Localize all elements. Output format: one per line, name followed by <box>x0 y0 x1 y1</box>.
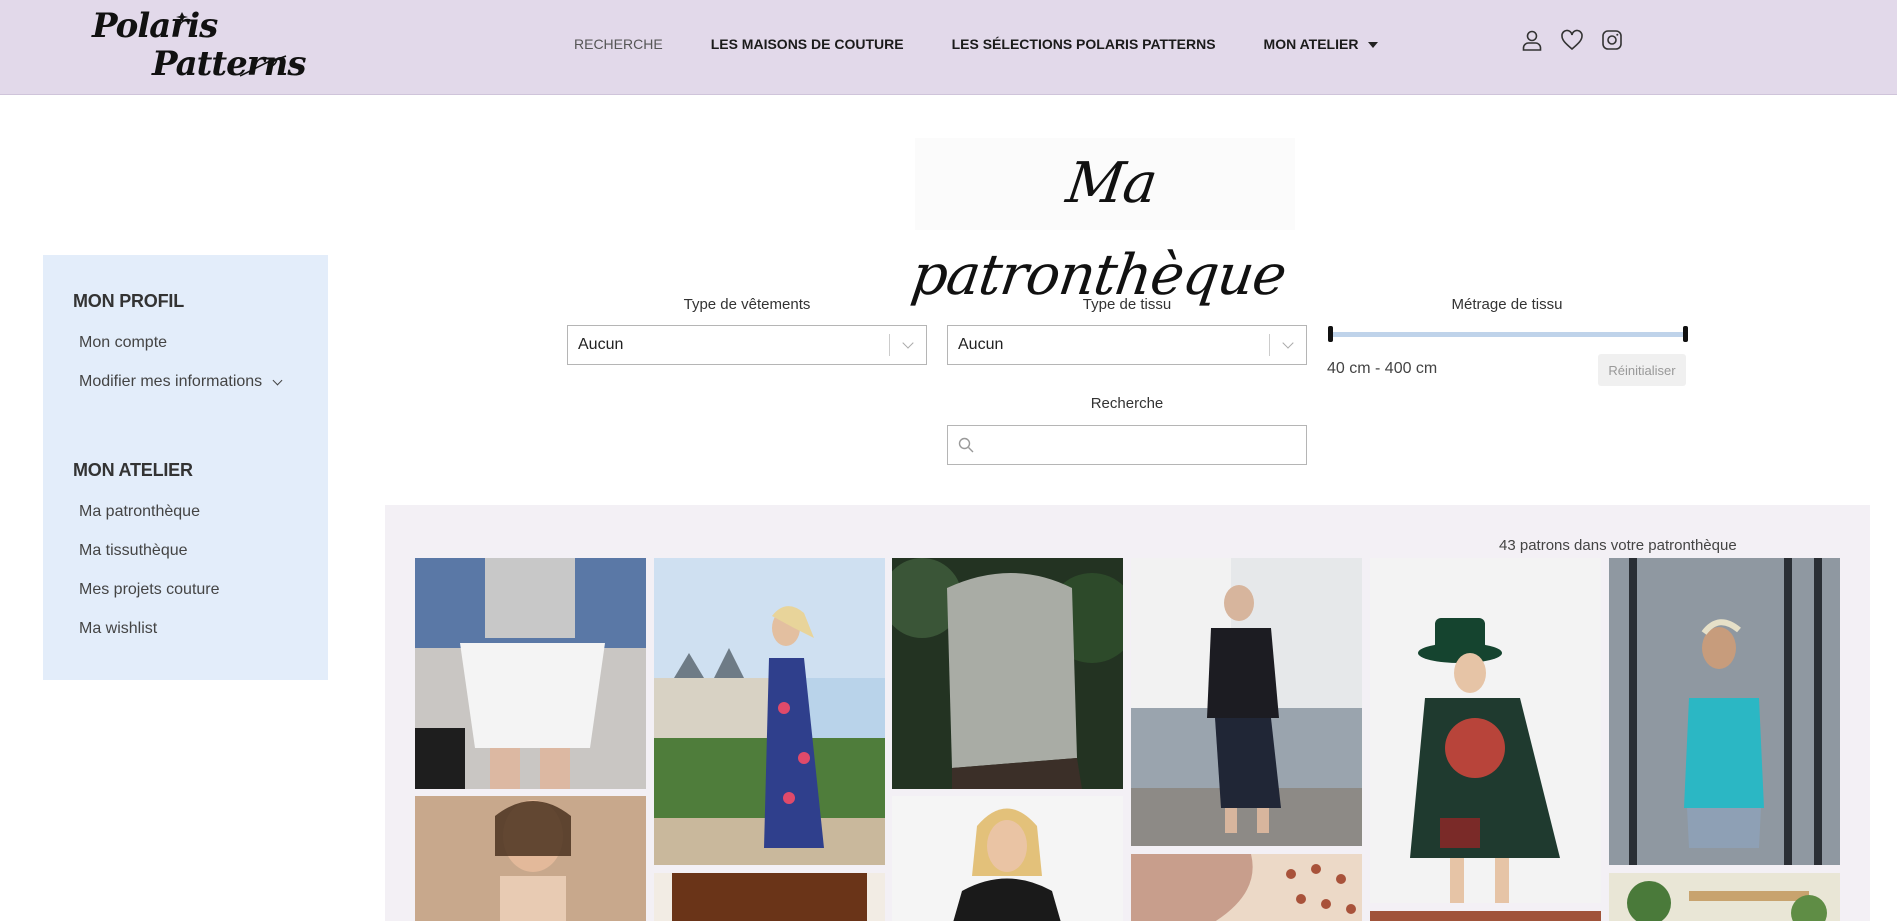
clothing-type-label: Type de vêtements <box>683 296 811 313</box>
pattern-thumbnail-grey-jacket[interactable] <box>892 558 1123 789</box>
page-title: Ma patronthèque <box>908 138 1295 308</box>
pattern-image <box>1370 558 1601 903</box>
pattern-image <box>654 873 885 921</box>
fabric-length-range-text: 40 cm - 400 cm <box>1327 360 1438 377</box>
pattern-image <box>1609 873 1840 921</box>
pattern-thumbnail-orange[interactable] <box>1370 911 1601 921</box>
heart-icon[interactable] <box>1560 28 1584 52</box>
pattern-image <box>415 796 646 921</box>
clothing-type-value: Aucun <box>578 336 624 353</box>
pattern-thumbnail-dots[interactable] <box>1131 854 1362 921</box>
pattern-image <box>1131 558 1362 846</box>
pattern-thumbnail-plants[interactable] <box>1609 873 1840 921</box>
fabric-type-label: Type de tissu <box>1082 296 1172 313</box>
nav-mon-atelier[interactable]: MON ATELIER <box>1264 36 1379 52</box>
nav-selections[interactable]: LES SÉLECTIONS POLARIS PATTERNS <box>952 36 1216 52</box>
pattern-thumbnail-smiling-woman[interactable] <box>415 796 646 921</box>
pattern-image <box>1370 911 1601 921</box>
reset-button[interactable]: Réinitialiser <box>1598 354 1686 386</box>
search-icon <box>958 437 974 453</box>
sidebar-heading-profil: MON PROFIL <box>73 291 184 311</box>
search-input[interactable] <box>974 426 1306 464</box>
pattern-count: 43 patrons dans votre patronthèque <box>1499 537 1737 554</box>
sidebar-item-mon-compte[interactable]: Mon compte <box>79 334 167 352</box>
pattern-image <box>892 796 1123 921</box>
pattern-image <box>415 558 646 789</box>
sidebar-item-projets-couture[interactable]: Mes projets couture <box>79 581 220 599</box>
fabric-type-select[interactable]: Aucun <box>947 325 1307 365</box>
chevron-down-icon <box>1270 337 1306 349</box>
page-title-text: Ma patronthèque <box>907 151 1290 308</box>
nav-recherche[interactable]: RECHERCHE <box>574 36 663 52</box>
chevron-down-icon <box>272 375 283 385</box>
sidebar-item-tissutheque[interactable]: Ma tissuthèque <box>79 542 188 560</box>
pattern-image <box>1609 558 1840 865</box>
fabric-length-slider-track[interactable] <box>1330 332 1686 337</box>
pattern-thumbnail-green-dress[interactable] <box>1370 558 1601 903</box>
nav-mon-atelier-label: MON ATELIER <box>1263 36 1359 52</box>
site-header: Polaris Patterns RECHERCHE LES MAISONS D… <box>0 0 1897 95</box>
caret-down-icon <box>1368 42 1379 48</box>
pattern-thumbnail-black-top[interactable] <box>892 796 1123 921</box>
pattern-image <box>892 558 1123 789</box>
sidebar-heading-atelier: MON ATELIER <box>73 460 193 480</box>
sidebar: MON PROFIL Mon compte Modifier mes infor… <box>43 255 328 680</box>
header-icons <box>1520 28 1640 52</box>
fabric-type-value: Aucun <box>958 336 1004 353</box>
instagram-icon[interactable] <box>1600 28 1624 52</box>
sidebar-item-wishlist[interactable]: Ma wishlist <box>79 620 157 638</box>
nav-maisons-de-couture[interactable]: LES MAISONS DE COUTURE <box>711 36 904 52</box>
pattern-thumbnail-turquoise-top[interactable] <box>1609 558 1840 865</box>
fabric-length-label: Métrage de tissu <box>1451 296 1563 313</box>
pattern-gallery: 43 patrons dans votre patronthèque <box>385 505 1870 921</box>
logo-line2: Patterns <box>152 44 306 84</box>
user-icon[interactable] <box>1520 28 1544 52</box>
clothing-type-select[interactable]: Aucun <box>567 325 927 365</box>
fabric-length-min-handle[interactable] <box>1328 326 1333 342</box>
pattern-image <box>654 558 885 865</box>
pattern-thumbnail-floral-dress[interactable] <box>654 558 885 865</box>
search-field[interactable] <box>947 425 1307 465</box>
sidebar-item-patrontheque[interactable]: Ma patronthèque <box>79 503 200 521</box>
site-logo[interactable]: Polaris Patterns <box>90 4 306 90</box>
sidebar-item-label: Modifier mes informations <box>79 373 263 390</box>
pattern-thumbnail-black-skirt[interactable] <box>1131 558 1362 846</box>
sidebar-item-modifier-informations[interactable]: Modifier mes informations <box>79 373 283 391</box>
pattern-image <box>1131 854 1362 921</box>
pattern-thumbnail-brown[interactable] <box>654 873 885 921</box>
search-label: Recherche <box>1090 395 1164 412</box>
main-nav: RECHERCHE LES MAISONS DE COUTURE LES SÉL… <box>574 36 1426 52</box>
pattern-thumbnail-white-skirt[interactable] <box>415 558 646 789</box>
logo-line1: Polaris <box>92 6 218 46</box>
fabric-length-max-handle[interactable] <box>1683 326 1688 342</box>
chevron-down-icon <box>890 337 926 349</box>
